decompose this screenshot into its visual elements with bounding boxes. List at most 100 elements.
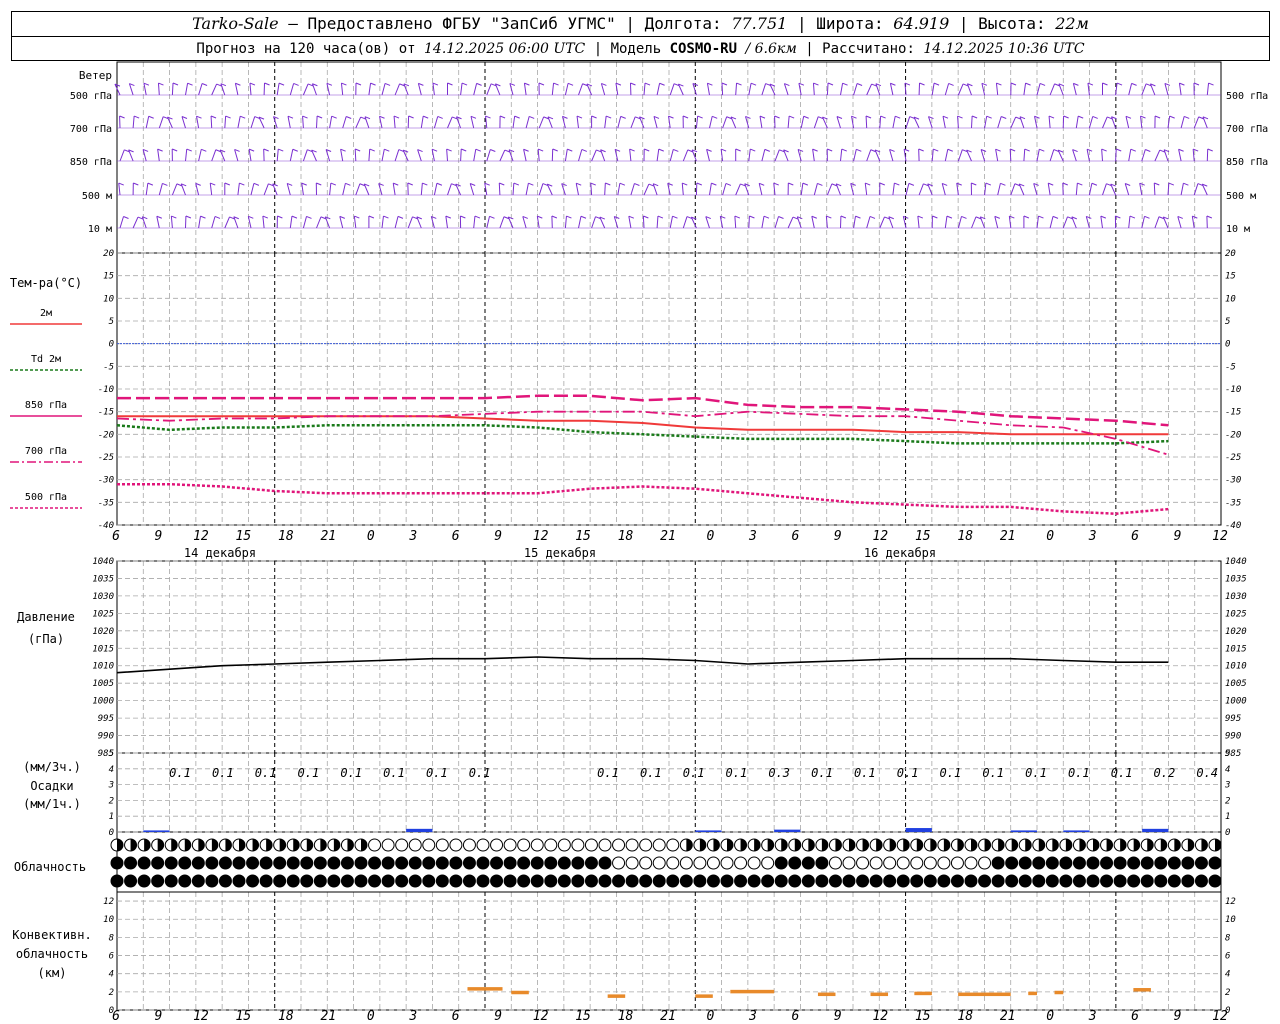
wind-barb	[745, 116, 750, 129]
wind-barb-feather	[384, 82, 391, 86]
wind-barb-feather	[1193, 82, 1200, 86]
time-tick-label: 18	[618, 529, 634, 544]
wind-barb	[1023, 83, 1027, 96]
wind-barb-feather	[408, 115, 414, 119]
cloud-overcast-symbol	[164, 874, 178, 888]
wind-barb-feather	[524, 82, 530, 86]
wind-barb-feather	[1023, 215, 1030, 219]
cloud-clear-symbol	[557, 838, 571, 852]
cloud-overcast-symbol	[666, 874, 680, 888]
wind-barb	[853, 83, 858, 96]
time-tick-label: 3	[748, 529, 757, 544]
precip-3h-sum: 0.1	[1025, 766, 1047, 780]
pressure-tick-left: 995	[98, 714, 114, 724]
wind-barb-feather	[605, 182, 611, 186]
wind-barb	[840, 149, 843, 162]
time-tick-label: 15	[236, 1009, 252, 1024]
wind-barb-feather	[346, 116, 352, 119]
wind-barb-feather	[422, 182, 428, 186]
temp-tick-left: 5	[109, 317, 114, 327]
wind-barb-feather	[490, 149, 496, 152]
precip-3h-sum: 0.1	[940, 766, 962, 780]
wind-barb-feather	[1087, 82, 1094, 86]
time-tick-label: 9	[494, 529, 502, 544]
wind-barb	[798, 83, 802, 96]
cloud-overcast-symbol	[856, 874, 870, 888]
wind-barb-feather	[1179, 82, 1185, 86]
wind-barb-feather	[985, 182, 992, 186]
wind-barb	[354, 148, 357, 162]
wind-barb	[1047, 183, 1051, 196]
wind-barb-feather	[185, 215, 192, 219]
cloud-clear-symbol	[856, 856, 870, 870]
wind-barb	[157, 82, 160, 96]
wind-barb-feather	[393, 115, 400, 119]
pressure-tick-left: 1030	[92, 592, 114, 602]
cloud-overcast-symbol	[720, 874, 734, 888]
cloud-overcast-symbol	[490, 856, 504, 870]
cloud-overcast-symbol	[896, 874, 910, 888]
cloud-partial-fill	[781, 839, 788, 851]
wind-barb	[473, 83, 478, 96]
cloud-overcast-symbol	[747, 874, 761, 888]
wind-barb-feather	[225, 115, 231, 119]
wind-barb	[840, 83, 844, 96]
wind-barb-feather	[605, 115, 612, 119]
cloud-overcast-symbol	[1194, 856, 1208, 870]
wind-barb	[759, 116, 763, 129]
temp-tick-left: -5	[103, 362, 114, 372]
wind-barb	[302, 216, 307, 229]
wind-barb-feather	[802, 182, 809, 186]
wind-barb	[734, 215, 737, 229]
wind-barb-feather	[277, 215, 283, 219]
cloud-clear-symbol	[571, 838, 585, 852]
wind-barb	[237, 116, 241, 129]
cloud-clear-symbol	[923, 856, 937, 870]
wind-barb	[1153, 182, 1156, 196]
pressure-tick-right: 1040	[1225, 557, 1247, 567]
cloud-partial-fill	[144, 839, 151, 851]
cloud-overcast-symbol	[1127, 874, 1141, 888]
wind-barb	[420, 116, 424, 129]
pressure-tick-left: 1010	[92, 662, 114, 672]
cloud-partial-fill	[727, 839, 733, 851]
wind-barb	[525, 183, 529, 196]
wind-barb-feather	[1077, 182, 1083, 186]
cloud-panel	[110, 838, 1222, 888]
wind-barb-feather	[961, 215, 967, 219]
wind-barb	[643, 83, 646, 96]
cloud-partial-fill	[157, 839, 164, 851]
cloud-overcast-symbol	[354, 856, 368, 870]
pressure-unit: (гПа)	[28, 632, 64, 646]
cloud-overcast-symbol	[788, 874, 802, 888]
cloud-clear-symbol	[978, 856, 992, 870]
wind-barb-feather	[489, 215, 495, 219]
wind-level-850hpa-right: 850 гПа	[1226, 157, 1268, 168]
wind-barb-feather	[697, 115, 703, 119]
time-tick-label: 12	[872, 529, 888, 544]
precip-tick-left: 2	[109, 796, 114, 806]
wind-barb	[997, 183, 1001, 196]
wind-barb	[994, 216, 999, 229]
legend-700-label: 700 гПа	[25, 446, 67, 457]
time-tick-label: 6	[1131, 529, 1139, 544]
wind-barb-feather	[696, 182, 703, 186]
wind-barb	[1072, 83, 1077, 96]
wind-barb	[591, 149, 597, 162]
wind-barb-feather	[461, 82, 468, 86]
cloud-overcast-symbol	[246, 874, 260, 888]
wind-barb	[682, 149, 689, 162]
wind-barb-feather	[1038, 215, 1044, 219]
wind-barb	[617, 116, 622, 129]
wind-barb	[473, 149, 477, 162]
wind-barb-feather	[1129, 215, 1136, 219]
wind-barb	[681, 183, 684, 196]
wind-barb	[853, 216, 856, 229]
time-tick-label: 6	[1131, 1009, 1139, 1024]
time-tick-label: 15	[915, 529, 931, 544]
cloud-overcast-symbol	[923, 874, 937, 888]
cloud-partial-fill	[849, 839, 855, 851]
cloud-overcast-symbol	[978, 874, 992, 888]
cloud-overcast-symbol	[517, 856, 531, 870]
time-tick-label: 21	[660, 1009, 676, 1024]
